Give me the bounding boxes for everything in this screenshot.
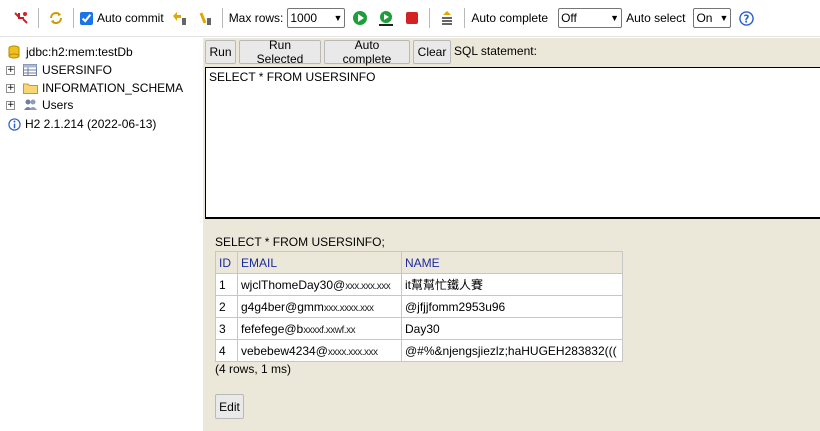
email-domain-masked: xxx.xxxx.xxx <box>323 302 374 314</box>
sql-statement-label: SQL statement: <box>454 44 537 58</box>
cell-email: g4g4ber@gmmxxx.xxxx.xxx <box>237 295 402 318</box>
toolbar-separator <box>73 8 74 28</box>
stop-icon[interactable] <box>403 9 421 27</box>
commit-icon[interactable] <box>196 9 214 27</box>
column-header-id[interactable]: ID <box>215 251 238 274</box>
chevron-down-icon: ▼ <box>333 13 343 23</box>
table-row: 3 fefefege@bxxxxf.xxwf.xx Day30 <box>215 317 623 340</box>
cell-name: @#%&njengsjiezlz;haHUGEH283832((( <box>401 339 623 362</box>
sql-editor[interactable]: SELECT * FROM USERSINFO <box>205 67 820 219</box>
email-local: fefefege@b <box>241 321 304 336</box>
version-info: H2 2.1.214 (2022-06-13) <box>6 116 156 132</box>
max-rows-select[interactable]: 1000 ▼ <box>287 8 346 28</box>
tree-item-usersinfo[interactable]: + USERSINFO <box>6 62 112 78</box>
auto-complete-button[interactable]: Auto complete <box>324 38 410 66</box>
column-header-email[interactable]: EMAIL <box>237 251 402 274</box>
table-header-row: ID EMAIL NAME <box>215 251 623 274</box>
toolbar-separator <box>429 8 431 28</box>
cell-email: fefefege@bxxxxf.xxwf.xx <box>237 317 402 340</box>
auto-complete-label: Auto complete <box>471 11 549 25</box>
tree-item-information-schema[interactable]: + INFORMATION_SCHEMA <box>6 80 183 96</box>
result-table: ID EMAIL NAME 1 wjclThomeDay30@xxx.xxx.x… <box>215 251 623 362</box>
run-icon[interactable] <box>351 9 369 27</box>
sql-text: SELECT * FROM USERSINFO <box>209 70 376 84</box>
table-row: 1 wjclThomeDay30@xxx.xxx.xxx it幫幫忙鐵人賽 <box>215 273 623 296</box>
help-icon[interactable]: ? <box>737 9 755 27</box>
toolbar-separator <box>221 8 223 28</box>
expand-icon[interactable]: + <box>6 100 15 110</box>
tree-connection[interactable]: jdbc:h2:mem:testDb <box>6 44 133 60</box>
users-icon <box>22 98 38 112</box>
auto-commit-label: Auto commit <box>97 11 164 25</box>
table-row: 4 vebebew4234@xxxx.xxx.xxx @#%&njengsjie… <box>215 339 623 362</box>
rollback-icon[interactable] <box>170 9 188 27</box>
max-rows-value: 1000 <box>290 11 318 25</box>
cell-id: 2 <box>215 295 238 318</box>
cell-email: vebebew4234@xxxx.xxx.xxx <box>237 339 402 362</box>
tree-item-users[interactable]: + Users <box>6 97 73 113</box>
tree-item-label: INFORMATION_SCHEMA <box>42 81 184 95</box>
auto-commit-checkbox[interactable] <box>80 11 93 25</box>
email-local: wjclThomeDay30@ <box>241 277 346 292</box>
auto-select-label: Auto select <box>626 11 686 25</box>
info-icon <box>6 117 22 131</box>
toolbar: Auto commit Max rows: 1000 ▼ Auto comple… <box>0 0 820 37</box>
cell-name: Day30 <box>401 317 623 340</box>
expand-icon[interactable]: + <box>6 65 15 75</box>
tree-item-label: USERSINFO <box>42 63 113 77</box>
connection-label: jdbc:h2:mem:testDb <box>26 45 133 59</box>
auto-complete-value: Off <box>561 11 577 25</box>
run-button[interactable]: Run <box>205 40 236 64</box>
column-header-name[interactable]: NAME <box>401 251 623 274</box>
version-label: H2 2.1.214 (2022-06-13) <box>25 117 157 131</box>
table-icon <box>22 63 38 77</box>
refresh-icon[interactable] <box>47 9 65 27</box>
email-local: vebebew4234@ <box>241 343 328 358</box>
email-domain-masked: xxxxf.xxwf.xx <box>303 324 356 336</box>
edit-button[interactable]: Edit <box>215 394 244 419</box>
database-icon <box>6 45 22 59</box>
executed-query: SELECT * FROM USERSINFO; <box>215 235 385 249</box>
cell-id: 1 <box>215 273 238 296</box>
auto-select-select[interactable]: On ▼ <box>693 8 732 28</box>
history-icon[interactable] <box>438 9 456 27</box>
cell-id: 3 <box>215 317 238 340</box>
chevron-down-icon: ▼ <box>719 13 729 23</box>
email-domain-masked: xxxx.xxx.xxx <box>327 346 378 358</box>
help-glyph: ? <box>743 13 749 25</box>
folder-icon <box>22 81 38 95</box>
max-rows-label: Max rows: <box>228 11 284 25</box>
disconnect-icon[interactable] <box>12 9 30 27</box>
cell-name: it幫幫忙鐵人賽 <box>401 273 623 296</box>
table-row: 2 g4g4ber@gmmxxx.xxxx.xxx @jfjjfomm2953u… <box>215 295 623 318</box>
clear-button[interactable]: Clear <box>413 40 451 64</box>
email-local: g4g4ber@gmm <box>241 299 324 314</box>
tree-item-label: Users <box>42 98 74 112</box>
email-domain-masked: xxx.xxx.xxx <box>345 280 391 292</box>
toolbar-separator <box>38 8 39 28</box>
query-panel: Run Run Selected Auto complete Clear SQL… <box>203 38 820 431</box>
expand-icon[interactable]: + <box>6 83 15 93</box>
cell-name: @jfjjfomm2953u96 <box>401 295 623 318</box>
run-selected-icon[interactable] <box>377 9 395 27</box>
cell-id: 4 <box>215 339 238 362</box>
run-selected-button[interactable]: Run Selected <box>239 38 321 66</box>
auto-select-value: On <box>696 11 713 25</box>
schema-tree: jdbc:h2:mem:testDb + USERSINFO + INFORMA… <box>0 38 202 431</box>
row-count-summary: (4 rows, 1 ms) <box>215 362 292 376</box>
auto-complete-select[interactable]: Off ▼ <box>558 8 623 28</box>
toolbar-separator <box>464 8 466 28</box>
chevron-down-icon: ▼ <box>610 13 620 23</box>
cell-email: wjclThomeDay30@xxx.xxx.xxx <box>237 273 402 296</box>
